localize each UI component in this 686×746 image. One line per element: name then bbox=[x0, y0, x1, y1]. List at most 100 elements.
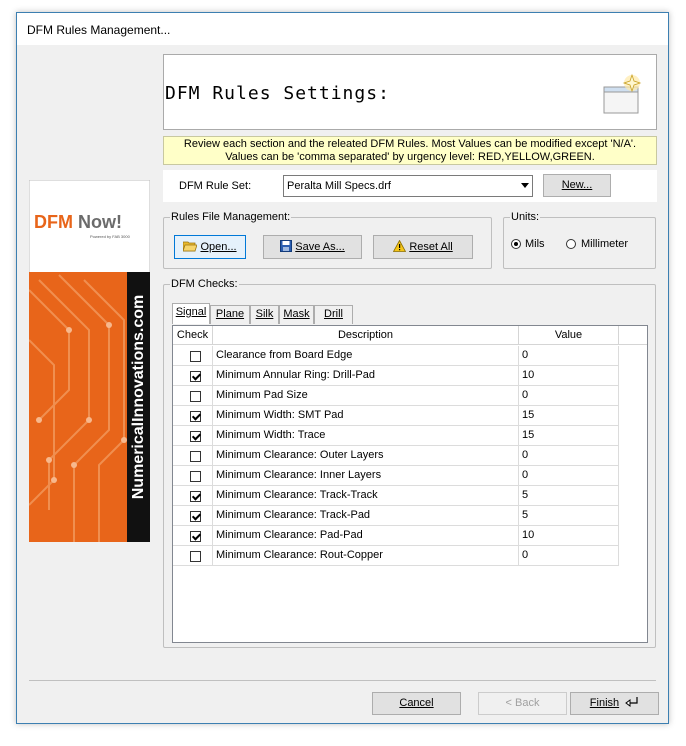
instructions-notice: Review each section and the releated DFM… bbox=[163, 136, 657, 165]
rule-checkbox[interactable] bbox=[190, 371, 201, 382]
save-as-button-label: Save As... bbox=[295, 241, 345, 253]
rule-checkbox[interactable] bbox=[190, 411, 201, 422]
reset-all-button-label: Reset All bbox=[409, 241, 453, 253]
rule-checkbox[interactable] bbox=[190, 431, 201, 442]
value-cell[interactable]: 15 bbox=[519, 426, 619, 446]
table-row[interactable]: Minimum Width: SMT Pad 15 bbox=[173, 406, 619, 426]
value-cell[interactable]: 0 bbox=[519, 546, 619, 566]
reset-all-button[interactable]: Reset All bbox=[373, 235, 473, 259]
chevron-down-icon[interactable] bbox=[521, 183, 529, 188]
value-cell[interactable]: 10 bbox=[519, 526, 619, 546]
table-row[interactable]: Minimum Width: Trace 15 bbox=[173, 426, 619, 446]
check-cell bbox=[173, 426, 213, 446]
tab-mask-label: Mask bbox=[283, 308, 310, 320]
table-row[interactable]: Minimum Clearance: Outer Layers 0 bbox=[173, 446, 619, 466]
value-cell[interactable]: 0 bbox=[519, 446, 619, 466]
enter-return-icon bbox=[625, 697, 638, 707]
logo-vertical-text: NumericalInnovations.com bbox=[130, 294, 147, 500]
value-cell[interactable]: 5 bbox=[519, 486, 619, 506]
description-cell: Minimum Clearance: Pad-Pad bbox=[213, 526, 519, 546]
tab-drill[interactable]: Drill bbox=[314, 305, 353, 324]
ruleset-selected-value: Peralta Mill Specs.drf bbox=[287, 180, 391, 192]
new-ruleset-button[interactable]: New... bbox=[543, 174, 611, 197]
value-cell[interactable]: 10 bbox=[519, 366, 619, 386]
description-cell: Minimum Clearance: Track-Pad bbox=[213, 506, 519, 526]
check-cell bbox=[173, 506, 213, 526]
finish-button-label: Finish bbox=[589, 697, 620, 709]
column-header-value[interactable]: Value bbox=[519, 326, 619, 345]
description-cell: Minimum Width: SMT Pad bbox=[213, 406, 519, 426]
open-folder-icon bbox=[182, 241, 198, 252]
cancel-button-label: Cancel bbox=[399, 697, 434, 709]
table-row[interactable]: Minimum Clearance: Track-Pad 5 bbox=[173, 506, 619, 526]
column-header-filler bbox=[619, 326, 647, 345]
table-row[interactable]: Minimum Clearance: Inner Layers 0 bbox=[173, 466, 619, 486]
description-cell: Minimum Annular Ring: Drill-Pad bbox=[213, 366, 519, 386]
column-header-description[interactable]: Description bbox=[213, 326, 519, 345]
tab-plane-label: Plane bbox=[215, 308, 245, 320]
table-row[interactable]: Minimum Clearance: Track-Track 5 bbox=[173, 486, 619, 506]
banner-title: DFM Rules Settings: bbox=[165, 83, 390, 104]
units-millimeter-radio[interactable] bbox=[566, 239, 576, 249]
tab-signal-label: Signal bbox=[175, 306, 207, 318]
rule-checkbox[interactable] bbox=[190, 391, 201, 402]
units-mils-radio[interactable] bbox=[511, 239, 521, 249]
rule-checkbox[interactable] bbox=[190, 491, 201, 502]
check-cell bbox=[173, 546, 213, 566]
tab-silk-label: Silk bbox=[255, 308, 274, 320]
table-row[interactable]: Minimum Clearance: Pad-Pad 10 bbox=[173, 526, 619, 546]
table-row[interactable]: Minimum Pad Size 0 bbox=[173, 386, 619, 406]
finish-button[interactable]: Finish bbox=[570, 692, 659, 715]
back-button[interactable]: < Back bbox=[478, 692, 567, 715]
check-cell bbox=[173, 346, 213, 366]
value-cell[interactable]: 0 bbox=[519, 386, 619, 406]
dfm-checks-title: DFM Checks: bbox=[170, 278, 239, 290]
back-button-label: < Back bbox=[505, 697, 540, 709]
rule-checkbox[interactable] bbox=[190, 531, 201, 542]
save-as-button[interactable]: Save As... bbox=[263, 235, 362, 259]
value-cell[interactable]: 0 bbox=[519, 346, 619, 366]
units-mils-label[interactable]: Mils bbox=[525, 238, 545, 250]
title-bar[interactable]: DFM Rules Management... bbox=[17, 13, 668, 45]
rule-checkbox[interactable] bbox=[190, 551, 201, 562]
dfm-rules-window: DFM Rules Management... DFM Now! Powered… bbox=[16, 12, 669, 724]
check-cell bbox=[173, 446, 213, 466]
window-title: DFM Rules Management... bbox=[27, 23, 171, 37]
description-cell: Minimum Pad Size bbox=[213, 386, 519, 406]
column-header-check[interactable]: Check bbox=[173, 326, 213, 345]
value-cell[interactable]: 0 bbox=[519, 466, 619, 486]
check-cell bbox=[173, 406, 213, 426]
rule-checkbox[interactable] bbox=[190, 471, 201, 482]
open-button-label: Open... bbox=[200, 241, 237, 253]
check-cell bbox=[173, 466, 213, 486]
tab-signal[interactable]: Signal bbox=[172, 303, 210, 324]
description-cell: Minimum Width: Trace bbox=[213, 426, 519, 446]
footer-divider bbox=[29, 680, 656, 681]
notice-line-1: Review each section and the releated DFM… bbox=[183, 138, 637, 150]
tab-silk[interactable]: Silk bbox=[250, 305, 279, 324]
ruleset-label: DFM Rule Set: bbox=[179, 180, 252, 192]
rules-file-management-group: Rules File Management: Open... Save As..… bbox=[163, 211, 492, 269]
rule-checkbox[interactable] bbox=[190, 351, 201, 362]
ruleset-select[interactable]: Peralta Mill Specs.drf bbox=[283, 175, 533, 197]
open-button[interactable]: Open... bbox=[174, 235, 246, 259]
wizard-sparkle-icon bbox=[603, 73, 642, 114]
description-cell: Clearance from Board Edge bbox=[213, 346, 519, 366]
units-millimeter-label[interactable]: Millimeter bbox=[581, 238, 628, 250]
description-cell: Minimum Clearance: Track-Track bbox=[213, 486, 519, 506]
table-row[interactable]: Minimum Clearance: Rout-Copper 0 bbox=[173, 546, 619, 566]
check-cell bbox=[173, 366, 213, 386]
notice-line-2: Values can be 'comma separated' by urgen… bbox=[225, 151, 595, 163]
table-row[interactable]: Clearance from Board Edge 0 bbox=[173, 346, 619, 366]
file-mgmt-title: Rules File Management: bbox=[170, 211, 292, 223]
tab-mask[interactable]: Mask bbox=[279, 305, 314, 324]
rule-checkbox[interactable] bbox=[190, 451, 201, 462]
units-title: Units: bbox=[510, 211, 541, 223]
table-row[interactable]: Minimum Annular Ring: Drill-Pad 10 bbox=[173, 366, 619, 386]
value-cell[interactable]: 5 bbox=[519, 506, 619, 526]
cancel-button[interactable]: Cancel bbox=[372, 692, 461, 715]
value-cell[interactable]: 15 bbox=[519, 406, 619, 426]
rule-checkbox[interactable] bbox=[190, 511, 201, 522]
tab-plane[interactable]: Plane bbox=[210, 305, 250, 324]
description-cell: Minimum Clearance: Outer Layers bbox=[213, 446, 519, 466]
